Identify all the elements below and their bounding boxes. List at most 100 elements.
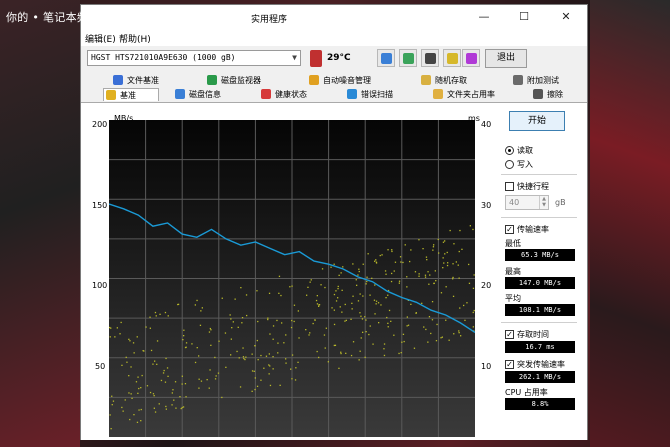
access-time-point bbox=[459, 307, 461, 309]
menu-edit[interactable]: 编辑(E) bbox=[85, 32, 116, 45]
access-time-point bbox=[351, 302, 353, 304]
access-time-point bbox=[468, 282, 471, 284]
access-time-point bbox=[129, 340, 131, 342]
checkbox-empty-icon bbox=[505, 182, 514, 191]
access-time-point bbox=[285, 362, 287, 364]
access-time-point bbox=[321, 268, 324, 270]
access-time-point bbox=[435, 340, 438, 342]
copy-text-button[interactable] bbox=[399, 49, 417, 67]
access-time-point bbox=[402, 261, 404, 264]
access-time-point bbox=[429, 274, 431, 276]
access-time-point bbox=[152, 393, 155, 395]
burst-rate-value: 262.1 MB/s bbox=[505, 371, 575, 383]
short-stroke-checkbox[interactable]: 快捷行程 bbox=[505, 181, 549, 192]
short-stroke-spinner[interactable]: 40 ▲ ▼ bbox=[505, 195, 549, 210]
download-button[interactable] bbox=[462, 49, 480, 67]
access-time-point bbox=[388, 309, 391, 312]
transfer-rate-checkbox[interactable]: ✓ 传输速率 bbox=[505, 224, 549, 235]
access-time-point bbox=[297, 310, 299, 312]
options-button[interactable] bbox=[443, 49, 461, 67]
access-time-point bbox=[198, 355, 200, 357]
exit-button[interactable]: 退出 bbox=[485, 49, 527, 68]
access-time-point bbox=[309, 281, 311, 283]
tab-random-access[interactable]: 随机存取 bbox=[419, 74, 467, 87]
access-time-point bbox=[111, 404, 113, 406]
maximize-button[interactable]: ☐ bbox=[505, 5, 543, 29]
cpu-usage-label: CPU 占用率 bbox=[505, 388, 548, 397]
access-time-point bbox=[318, 356, 320, 359]
access-time-point bbox=[315, 299, 318, 302]
tab-folder-usage[interactable]: 文件夹占用率 bbox=[431, 88, 495, 101]
access-time-point bbox=[167, 315, 169, 317]
health-cross-icon bbox=[261, 89, 271, 99]
access-time-point bbox=[245, 294, 248, 296]
drive-select[interactable]: HGST HTS721010A9E630 (1000 gB) ▼ bbox=[87, 50, 301, 66]
tab-extra-tests[interactable]: 附加测试 bbox=[511, 74, 559, 87]
access-time-point bbox=[137, 376, 139, 378]
read-radio[interactable]: 读取 bbox=[505, 145, 533, 156]
access-time-point bbox=[418, 239, 420, 241]
access-time-point bbox=[432, 246, 435, 248]
access-time-point bbox=[125, 356, 127, 358]
minimize-button[interactable]: — bbox=[465, 5, 503, 29]
access-time-point bbox=[298, 337, 300, 339]
access-time-point bbox=[407, 324, 410, 326]
access-time-point bbox=[165, 357, 167, 360]
menu-help[interactable]: 帮助(H) bbox=[119, 32, 151, 45]
copy-info-button[interactable] bbox=[377, 49, 395, 67]
access-time-point bbox=[133, 414, 135, 416]
screenshot-button[interactable] bbox=[421, 49, 439, 67]
write-radio[interactable]: 写入 bbox=[505, 159, 533, 170]
access-time-point bbox=[268, 373, 270, 375]
close-button[interactable]: ✕ bbox=[547, 5, 585, 29]
access-time-point bbox=[445, 319, 447, 321]
access-time-point bbox=[435, 280, 437, 282]
tab-error-scan[interactable]: 错误扫描 bbox=[345, 88, 393, 101]
access-time-point bbox=[362, 331, 364, 333]
tab-erase[interactable]: 擦除 bbox=[531, 88, 563, 101]
access-time-point bbox=[210, 344, 212, 346]
access-time-point bbox=[215, 375, 217, 377]
access-time-point bbox=[272, 368, 274, 370]
watermark-text: 你的 • 笔记本频道 | notebook.it168.com bbox=[6, 11, 227, 24]
access-time-point bbox=[196, 347, 198, 349]
access-time-point bbox=[163, 369, 165, 372]
short-stroke-unit: gB bbox=[555, 198, 566, 207]
access-time-point bbox=[149, 391, 152, 394]
tab-noise-management[interactable]: 自动噪音管理 bbox=[307, 74, 371, 87]
tab-file-benchmark[interactable]: 文件基准 bbox=[111, 74, 159, 87]
tab-disk-monitor[interactable]: 磁盘监视器 bbox=[205, 74, 261, 87]
access-time-point bbox=[427, 341, 429, 343]
access-time-point bbox=[443, 262, 445, 264]
access-time-point bbox=[357, 274, 359, 276]
tab-benchmark[interactable]: 基准 bbox=[103, 88, 159, 101]
access-time-point bbox=[156, 363, 158, 365]
access-time-point bbox=[356, 284, 358, 286]
options-icon bbox=[447, 53, 458, 64]
transfer-rate-chart bbox=[109, 120, 475, 437]
access-time-point bbox=[177, 303, 179, 306]
access-time-point bbox=[387, 249, 389, 251]
access-time-point bbox=[307, 286, 309, 288]
access-time-point bbox=[121, 364, 123, 366]
burst-rate-checkbox[interactable]: ✓ 突发传输速率 bbox=[505, 359, 565, 370]
access-time-point bbox=[164, 381, 167, 383]
access-time-point bbox=[374, 313, 376, 315]
check-icon: ✓ bbox=[505, 225, 514, 234]
access-time-point bbox=[472, 287, 475, 289]
tab-disk-info[interactable]: 磁盘信息 bbox=[173, 88, 221, 101]
access-time-point bbox=[339, 306, 341, 308]
start-button[interactable]: 开始 bbox=[509, 111, 565, 131]
access-time-checkbox[interactable]: ✓ 存取时间 bbox=[505, 329, 549, 340]
access-time-point bbox=[237, 326, 239, 328]
tab-health[interactable]: 健康状态 bbox=[259, 88, 307, 101]
benchmark-panel: MB/s ms 200 150 100 50 40 30 20 10 开始 读取… bbox=[81, 102, 587, 440]
access-time-point bbox=[231, 327, 233, 329]
access-time-point bbox=[295, 367, 297, 369]
access-time-point bbox=[360, 337, 362, 339]
access-time-point bbox=[341, 311, 343, 313]
access-time-point bbox=[256, 385, 259, 387]
access-time-point bbox=[124, 399, 126, 401]
access-time-point bbox=[342, 266, 344, 268]
access-time-point bbox=[110, 327, 112, 329]
